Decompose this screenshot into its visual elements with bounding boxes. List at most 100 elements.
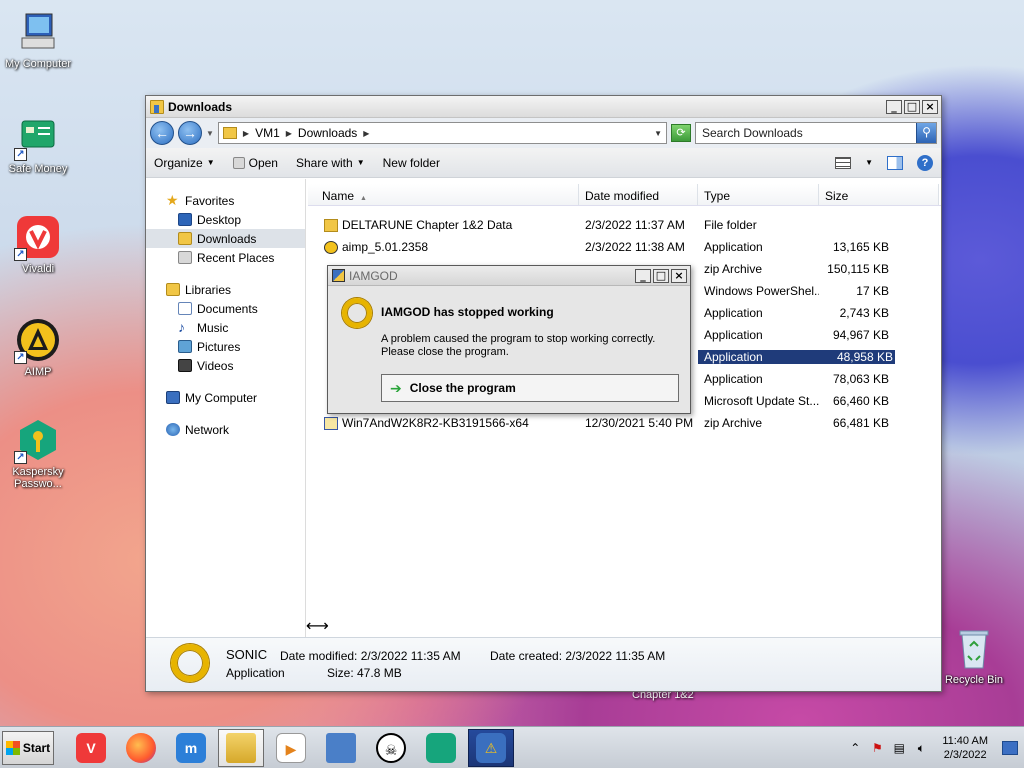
desktop-icon-vivaldi[interactable]: ↗ Vivaldi <box>0 215 76 275</box>
nav-documents[interactable]: Documents <box>146 299 305 318</box>
chevron-right-icon[interactable]: ▶ <box>286 129 292 138</box>
title-bar[interactable]: Downloads _ □ × <box>146 96 941 118</box>
taskbar-iamgod[interactable]: ⚠ <box>468 728 514 767</box>
dialog-close-button[interactable]: × <box>671 268 687 283</box>
network-status-icon[interactable]: ▤ <box>892 741 906 755</box>
search-icon[interactable]: ⚲ <box>916 123 936 143</box>
nav-my-computer[interactable]: My Computer <box>146 388 305 407</box>
taskbar-media-player[interactable]: ▶ <box>268 729 314 767</box>
new-folder-button[interactable]: New folder <box>383 156 440 170</box>
dialog-title-bar[interactable]: IAMGOD _ □ × <box>328 266 690 286</box>
nav-pictures[interactable]: Pictures <box>146 337 305 356</box>
desktop-icon-label: Recycle Bin <box>944 674 1004 686</box>
app-icon <box>332 269 345 282</box>
refresh-button[interactable]: ⟳ <box>671 124 691 142</box>
nav-music[interactable]: ♪ Music <box>146 318 305 337</box>
address-dropdown-icon[interactable]: ▼ <box>654 129 662 138</box>
organize-label: Organize <box>154 155 203 170</box>
recent-places-icon <box>178 251 192 264</box>
nav-recent-places[interactable]: Recent Places <box>146 248 305 267</box>
open-label: Open <box>248 155 278 170</box>
open-button[interactable]: Open <box>232 155 278 170</box>
show-desktop-button[interactable] <box>1002 740 1018 755</box>
clock[interactable]: 11:40 AM 2/3/2022 <box>936 734 994 762</box>
chevron-down-icon: ▼ <box>206 158 215 167</box>
column-header-name[interactable]: Name ▲ <box>308 184 579 205</box>
show-hidden-icons-icon[interactable]: ⌃ <box>848 741 862 755</box>
recent-pages-dropdown[interactable]: ▼ <box>206 129 214 138</box>
maximize-button[interactable]: □ <box>904 99 920 114</box>
file-row[interactable]: DELTARUNE Chapter 1&2 Data 2/3/2022 11:3… <box>308 214 941 236</box>
taskbar-explorer[interactable] <box>218 728 264 767</box>
error-dialog[interactable]: IAMGOD _ □ × IAMGOD has stopped working … <box>327 265 691 414</box>
clock-time: 11:40 AM <box>942 734 988 747</box>
shortcut-arrow-icon: ↗ <box>14 451 27 464</box>
dialog-maximize-button[interactable]: □ <box>653 268 669 283</box>
search-box[interactable]: Search Downloads ⚲ <box>695 122 937 144</box>
file-row[interactable]: aimp_5.01.2358 2/3/2022 11:38 AM Applica… <box>308 236 941 258</box>
nav-network[interactable]: Network <box>146 420 305 439</box>
views-dropdown-icon[interactable]: ▼ <box>865 158 873 167</box>
action-center-icon[interactable]: ⚑ <box>870 741 884 755</box>
file-size: 48,958 KB <box>819 350 895 364</box>
help-icon[interactable]: ? <box>917 154 933 171</box>
taskbar-kaspersky[interactable] <box>418 729 464 767</box>
nav-label: Videos <box>197 358 234 373</box>
details-date-modified: Date modified: 2/3/2022 11:35 AM <box>280 649 461 663</box>
column-header-type[interactable]: Type <box>698 184 819 205</box>
desktop-icon-label: Kaspersky Passwo... <box>12 466 64 490</box>
nav-downloads[interactable]: Downloads <box>146 229 305 248</box>
taskbar-firefox[interactable] <box>118 729 164 767</box>
column-header-date[interactable]: Date modified <box>579 184 698 205</box>
navigation-pane: ★ Favorites Desktop Downloads Recent Pla… <box>146 179 306 638</box>
clock-date: 2/3/2022 <box>943 748 987 761</box>
chevron-right-icon[interactable]: ▶ <box>363 129 369 138</box>
dialog-title: IAMGOD <box>349 268 398 283</box>
close-button[interactable]: × <box>922 99 938 114</box>
back-button[interactable]: ← <box>150 121 174 145</box>
close-the-program-label: Close the program <box>409 381 516 395</box>
taskbar-vivaldi[interactable]: V <box>68 729 114 767</box>
nav-label: Recent Places <box>197 250 275 265</box>
organize-menu[interactable]: Organize ▼ <box>154 156 215 170</box>
file-type: Windows PowerShel... <box>704 284 819 298</box>
system-tray: ⌃ ⚑ ▤ 🔈︎ 11:40 AM 2/3/2022 <box>848 727 1024 768</box>
nav-favorites[interactable]: ★ Favorites <box>146 191 305 210</box>
desktop-icon-safe-money[interactable]: ↗ Safe Money <box>0 115 76 175</box>
minimize-button[interactable]: _ <box>886 99 902 114</box>
desktop-icon-kaspersky-password[interactable]: ↗ Kaspersky Passwo... <box>0 418 76 490</box>
close-the-program-button[interactable]: ➔ Close the program <box>381 374 679 402</box>
volume-icon[interactable]: 🔈︎ <box>914 741 928 755</box>
taskbar-control-panel[interactable] <box>318 729 364 767</box>
column-header-size[interactable]: Size <box>819 184 939 205</box>
file-row[interactable]: Win7AndW2K8R2-KB3191566-x64 12/30/2021 5… <box>308 412 941 434</box>
nav-desktop[interactable]: Desktop <box>146 210 305 229</box>
forward-button[interactable]: → <box>178 121 202 145</box>
desktop-icon-recycle-bin[interactable]: Recycle Bin <box>936 626 1012 686</box>
desktop-icon-aimp[interactable]: ↗ AIMP <box>0 318 76 378</box>
breadcrumb-vm1[interactable]: VM1 <box>255 126 280 140</box>
change-view-icon[interactable] <box>835 156 852 169</box>
file-size: 17 KB <box>856 284 889 298</box>
nav-videos[interactable]: Videos <box>146 356 305 375</box>
share-with-menu[interactable]: Share with ▼ <box>296 156 365 170</box>
documents-icon <box>178 302 192 315</box>
preview-pane-icon[interactable] <box>887 155 903 170</box>
chevron-right-icon[interactable]: ▶ <box>243 129 249 138</box>
taskbar-maxthon[interactable]: m <box>168 729 214 767</box>
breadcrumb-downloads[interactable]: Downloads <box>298 126 357 140</box>
dialog-message: A problem caused the program to stop wor… <box>381 333 681 359</box>
dialog-heading: IAMGOD has stopped working <box>381 305 554 319</box>
shortcut-arrow-icon: ↗ <box>14 248 27 261</box>
taskbar-skull-app[interactable]: ☠ <box>368 729 414 767</box>
file-type: Microsoft Update St... <box>704 394 819 408</box>
file-date: 12/30/2021 5:40 PM <box>585 416 694 430</box>
start-button[interactable]: Start <box>2 730 54 765</box>
folder-icon <box>150 99 164 114</box>
window-title: Downloads <box>168 99 233 114</box>
nav-libraries[interactable]: Libraries <box>146 280 305 299</box>
search-input[interactable]: Search Downloads <box>696 126 916 140</box>
desktop-icon-my-computer[interactable]: My Computer <box>0 10 76 70</box>
address-bar[interactable]: ▶ VM1 ▶ Downloads ▶ ▼ <box>217 122 667 144</box>
dialog-minimize-button[interactable]: _ <box>635 268 651 283</box>
